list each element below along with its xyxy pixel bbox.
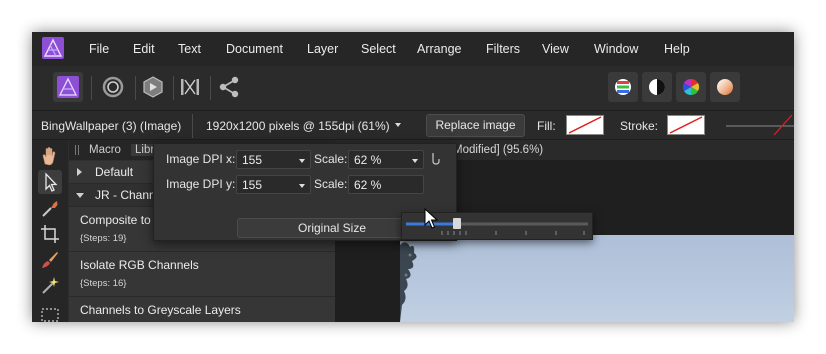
levels-icon <box>615 79 631 95</box>
scale-y-field[interactable]: 62 % <box>348 175 424 194</box>
macro-steps: {Steps: 19} <box>80 233 127 244</box>
color-picker-tool-icon[interactable] <box>38 196 62 220</box>
image-dimensions-dropdown[interactable]: 1920x1200 pixels @ 155dpi (61%) <box>206 119 390 133</box>
black-white-button[interactable] <box>642 72 672 102</box>
panel-grip-icon[interactable] <box>75 145 76 155</box>
menu-window[interactable]: Window <box>594 42 638 56</box>
expand-arrow-icon[interactable] <box>77 168 82 176</box>
flood-select-tool-icon[interactable] <box>38 274 62 298</box>
black-white-icon <box>649 79 665 95</box>
hsl-button[interactable] <box>676 72 706 102</box>
stroke-label: Stroke: <box>620 119 659 133</box>
no-fill-icon <box>568 116 602 134</box>
white-balance-button[interactable] <box>710 72 740 102</box>
menu-select[interactable]: Select <box>361 42 396 56</box>
move-tool-icon[interactable] <box>38 170 62 194</box>
macro-title: Channels to Greyscale Layers <box>80 303 241 317</box>
menu-filters[interactable]: Filters <box>486 42 520 56</box>
context-toolbar: BingWallpaper (3) (Image) 1920x1200 pixe… <box>32 111 794 140</box>
document-image[interactable] <box>400 235 794 322</box>
category-label: Default <box>95 165 134 179</box>
view-hand-tool-icon[interactable] <box>38 144 62 168</box>
dpi-x-label: Image DPI x: <box>166 152 236 166</box>
export-persona-icon[interactable] <box>214 72 244 102</box>
no-stroke-icon <box>669 116 703 134</box>
dpi-y-label: Image DPI y: <box>166 177 236 191</box>
scale-y-label: Scale: <box>314 177 348 191</box>
toolbar <box>32 66 794 111</box>
menu-bar: File Edit Text Document Layer Select Arr… <box>32 32 794 66</box>
app-window: File Edit Text Document Layer Select Arr… <box>32 32 794 322</box>
dpi-y-value: 155 <box>242 178 263 192</box>
context-separator <box>192 114 193 138</box>
chevron-down-icon[interactable] <box>395 123 401 127</box>
toolbar-separator <box>91 76 92 100</box>
panel-grip-icon[interactable] <box>78 145 79 155</box>
collapse-arrow-icon[interactable] <box>76 193 84 198</box>
affinity-photo-logo-icon[interactable] <box>42 37 64 59</box>
scale-y-value: 62 % <box>354 178 382 192</box>
tools-panel <box>32 140 68 322</box>
tab-macro[interactable]: Macro <box>89 144 121 156</box>
chevron-down-icon[interactable] <box>299 159 305 163</box>
scale-x-field[interactable]: 62 % <box>348 150 424 169</box>
fill-swatch[interactable] <box>566 115 604 135</box>
scale-x-value: 62 % <box>354 153 382 167</box>
macro-item[interactable]: Channels to Greyscale Layers <box>69 297 335 322</box>
chevron-down-icon[interactable] <box>299 184 305 188</box>
macro-item[interactable]: Isolate RGB Channels {Steps: 16} <box>69 252 335 297</box>
macro-title: Isolate RGB Channels <box>80 258 199 272</box>
menu-file[interactable]: File <box>89 42 109 56</box>
tree-silhouette <box>400 242 417 322</box>
menu-edit[interactable]: Edit <box>133 42 155 56</box>
photo-persona-icon <box>57 76 79 98</box>
mouse-cursor-icon <box>424 208 438 229</box>
menu-arrange[interactable]: Arrange <box>417 42 461 56</box>
liquify-persona-icon[interactable] <box>98 72 128 102</box>
dpi-y-field[interactable]: 155 <box>236 175 311 194</box>
dpi-x-value: 155 <box>242 153 263 167</box>
marquee-tool-icon[interactable] <box>38 300 62 322</box>
menu-view[interactable]: View <box>542 42 569 56</box>
original-size-button[interactable]: Original Size <box>237 218 427 238</box>
stroke-swatch[interactable] <box>667 115 705 135</box>
photo-persona-button[interactable] <box>53 72 83 102</box>
dpi-x-field[interactable]: 155 <box>236 150 311 169</box>
menu-layer[interactable]: Layer <box>307 42 338 56</box>
toolbar-separator <box>173 76 174 100</box>
macro-steps: {Steps: 16} <box>80 278 127 289</box>
document-title: Modified] (95.6%) <box>453 144 544 156</box>
menu-document[interactable]: Document <box>226 42 283 56</box>
category-label: JR - Chann <box>95 188 156 202</box>
link-scale-icon[interactable] <box>430 152 440 168</box>
white-balance-icon <box>717 79 733 95</box>
slider-handle[interactable] <box>453 218 461 229</box>
fill-label: Fill: <box>537 119 556 133</box>
menu-help[interactable]: Help <box>664 42 690 56</box>
hsl-icon <box>682 78 700 96</box>
layer-name-label: BingWallpaper (3) (Image) <box>41 119 182 133</box>
toolbar-separator <box>135 76 136 100</box>
crop-tool-icon[interactable] <box>38 222 62 246</box>
chevron-down-icon[interactable] <box>412 159 418 163</box>
menu-text[interactable]: Text <box>178 42 201 56</box>
scale-x-label: Scale: <box>314 152 348 166</box>
toolbar-separator <box>210 76 211 100</box>
stroke-width-slider[interactable] <box>722 113 794 137</box>
selection-brush-tool-icon[interactable] <box>38 248 62 272</box>
develop-persona-icon[interactable] <box>138 72 168 102</box>
replace-image-button[interactable]: Replace image <box>426 114 525 137</box>
tone-mapping-persona-icon[interactable] <box>175 72 205 102</box>
levels-button[interactable] <box>608 72 638 102</box>
macro-title: Composite to <box>80 213 151 227</box>
